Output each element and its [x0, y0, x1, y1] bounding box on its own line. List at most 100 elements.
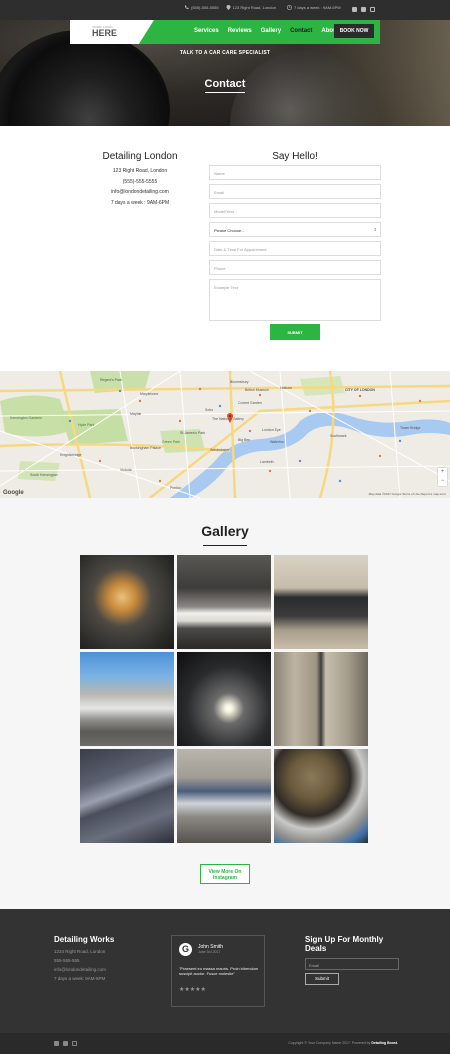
- map-graphic: Regent's Park Hyde Park Kensington Garde…: [0, 371, 450, 498]
- contact-form: Say Hello! Name Email Model/Year Please …: [209, 151, 381, 325]
- gallery-photo-leather-seats[interactable]: [274, 652, 368, 746]
- svg-text:The National Gallery: The National Gallery: [212, 417, 244, 421]
- gallery-underline: [203, 545, 247, 546]
- powered-by-link[interactable]: Detailing Boost.: [371, 1041, 398, 1045]
- view-instagram-button[interactable]: View More On Instagram: [200, 864, 250, 884]
- svg-text:Soho: Soho: [205, 408, 213, 412]
- contact-email[interactable]: info@londondetailing.com: [90, 187, 190, 198]
- svg-text:Westminster: Westminster: [210, 448, 230, 452]
- svg-text:Waterloo: Waterloo: [270, 440, 284, 444]
- yelp-icon[interactable]: [361, 7, 366, 12]
- nav-link-contact[interactable]: Contact: [290, 28, 312, 34]
- message-field[interactable]: Example Text: [209, 279, 381, 321]
- svg-text:Marylebone: Marylebone: [140, 392, 158, 396]
- svg-text:Covent Garden: Covent Garden: [238, 401, 262, 405]
- gallery-photo-garage-suv[interactable]: [274, 555, 368, 649]
- review-card: G John Smith June 3rd 2017 "Praesent eu …: [171, 935, 265, 1007]
- map-zoom-control[interactable]: + −: [438, 468, 447, 486]
- svg-text:CITY OF LONDON: CITY OF LONDON: [345, 388, 375, 392]
- svg-text:Pimlico: Pimlico: [170, 486, 181, 490]
- facebook-icon[interactable]: [352, 7, 357, 12]
- nav-link-services[interactable]: Services: [194, 28, 219, 34]
- gallery-photo-polishing[interactable]: [80, 555, 174, 649]
- svg-text:South Kensington: South Kensington: [30, 473, 58, 477]
- footer-phone[interactable]: 555-555-555: [54, 956, 114, 965]
- gallery-photo-wrapped-supercar[interactable]: [80, 652, 174, 746]
- map-attribution[interactable]: Map data ©2017 Google Terms of Use Repor…: [369, 492, 446, 496]
- gallery-photo-boxster-hood[interactable]: [80, 749, 174, 843]
- review-date: June 3rd 2017: [198, 950, 221, 954]
- newsletter-submit-button[interactable]: Submit: [305, 973, 339, 985]
- contact-phone[interactable]: (555)-555-5555: [90, 177, 190, 188]
- location-pin-icon: [226, 5, 231, 10]
- phone-field[interactable]: Phone: [209, 260, 381, 275]
- name-field[interactable]: Name: [209, 165, 381, 180]
- datetime-field[interactable]: Date & Time For Appointment: [209, 241, 381, 256]
- svg-text:Bloomsbury: Bloomsbury: [230, 380, 249, 384]
- svg-text:Buckingham Palace: Buckingham Palace: [130, 446, 161, 450]
- footer-social: [54, 1041, 77, 1046]
- submit-button[interactable]: SUBMIT: [270, 324, 320, 340]
- svg-text:St James's Park: St James's Park: [180, 431, 205, 435]
- address-info[interactable]: 123 Right Road, London: [226, 5, 276, 10]
- main-nav: YOUR LOGO HERE Services Reviews Gallery …: [70, 20, 380, 44]
- copyright: Copyright © Your Company Name 2017. Powe…: [288, 1041, 398, 1045]
- service-select-value: Please Choose...: [214, 228, 245, 233]
- logo[interactable]: YOUR LOGO HERE: [70, 20, 154, 44]
- facebook-icon[interactable]: [54, 1041, 59, 1046]
- svg-text:Hyde Park: Hyde Park: [78, 423, 95, 427]
- book-now-button[interactable]: BOOK NOW: [334, 24, 374, 38]
- gallery-photo-exhaust-tips[interactable]: [274, 749, 368, 843]
- review-text: "Praesent eu massa mauris. Proin bibendu…: [179, 966, 259, 976]
- footer-contact: Detailing Works 1234 Right Road, London …: [54, 935, 114, 983]
- svg-text:Knightsbridge: Knightsbridge: [60, 453, 81, 457]
- topbar-address: 123 Right Road, London: [232, 5, 276, 10]
- instagram-icon[interactable]: [370, 7, 375, 12]
- select-arrows-icon: ⇕: [373, 227, 377, 232]
- footer-email[interactable]: info@londondetailing.com: [54, 965, 114, 974]
- phone-info[interactable]: (555)-555-5555: [184, 5, 219, 10]
- hours-info: 7 days a week : 9AM-6PM: [286, 5, 341, 10]
- svg-text:Kensington Gardens: Kensington Gardens: [10, 416, 42, 420]
- hero-subtitle: TALK TO A CAR CARE SPECIALIST: [179, 50, 271, 56]
- title-underline: [205, 92, 245, 93]
- footer-address: 1234 Right Road, London: [54, 949, 106, 954]
- newsletter: Sign Up For Monthly Deals Email Submit: [305, 935, 405, 985]
- svg-text:Victoria: Victoria: [120, 468, 132, 472]
- footer-hours: 7 days a week: 9AM-6PM: [54, 976, 106, 981]
- business-name: Detailing London: [102, 151, 178, 162]
- service-select[interactable]: Please Choose... ⇕: [209, 222, 381, 237]
- logo-big-text: HERE: [92, 28, 118, 38]
- form-title: Say Hello!: [272, 151, 318, 162]
- google-map[interactable]: Regent's Park Hyde Park Kensington Garde…: [0, 371, 450, 498]
- topbar-hours: 7 days a week : 9AM-6PM: [293, 5, 341, 10]
- copyright-text: Copyright © Your Company Name 2017. Powe…: [288, 1041, 372, 1045]
- gallery-photo-pressure-wash[interactable]: [177, 749, 271, 843]
- instagram-icon[interactable]: [72, 1041, 77, 1046]
- svg-text:London Eye: London Eye: [262, 428, 281, 432]
- contact-address: 123 Right Road, London: [112, 168, 168, 174]
- svg-text:Lambeth: Lambeth: [260, 460, 274, 464]
- newsletter-title: Sign Up For Monthly Deals: [305, 935, 384, 953]
- newsletter-email-input[interactable]: Email: [305, 958, 399, 970]
- yelp-icon[interactable]: [63, 1041, 68, 1046]
- email-field[interactable]: Email: [209, 184, 381, 199]
- clock-icon: [286, 5, 292, 10]
- map-label: Regent's Park: [100, 378, 122, 382]
- svg-text:Southwark: Southwark: [330, 434, 347, 438]
- google-logo: Google: [3, 490, 24, 496]
- contact-hours: 7 days a week : 9AM-6PM: [110, 199, 170, 206]
- contact-info: Detailing London 123 Right Road, London …: [90, 151, 190, 208]
- top-bar: (555)-555-5555 123 Right Road, London 7 …: [0, 0, 450, 20]
- gallery-photo-paint-shine[interactable]: [177, 652, 271, 746]
- nav-link-gallery[interactable]: Gallery: [261, 28, 281, 34]
- gallery-photo-white-ferrari[interactable]: [177, 555, 271, 649]
- svg-text:Tower Bridge: Tower Bridge: [400, 426, 420, 430]
- phone-icon: [185, 5, 189, 10]
- svg-text:Holborn: Holborn: [280, 386, 292, 390]
- model-year-field[interactable]: Model/Year: [209, 203, 381, 218]
- bottom-bar: Copyright © Your Company Name 2017. Powe…: [0, 1033, 450, 1054]
- svg-text:Green Park: Green Park: [162, 440, 180, 444]
- nav-links: Services Reviews Gallery Contact About: [194, 28, 339, 34]
- nav-link-reviews[interactable]: Reviews: [228, 28, 252, 34]
